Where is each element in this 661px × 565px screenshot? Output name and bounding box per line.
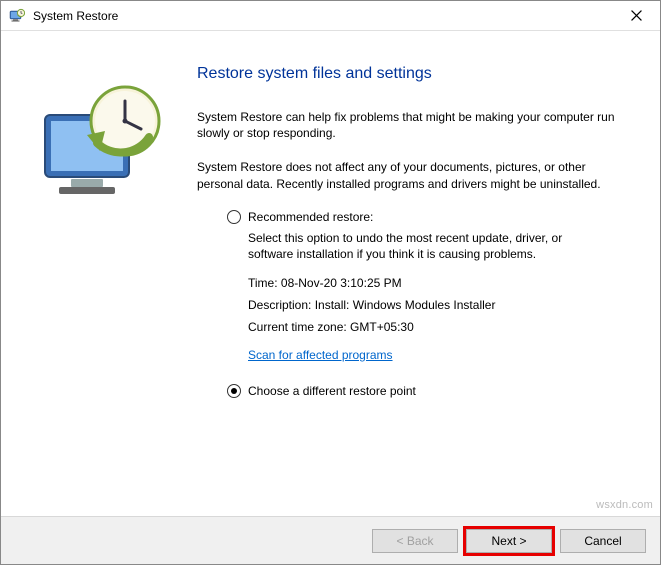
right-pane: Restore system files and settings System…	[197, 41, 646, 506]
watermark: wsxdn.com	[596, 499, 653, 511]
restore-time: Time: 08-Nov-20 3:10:25 PM	[227, 276, 646, 290]
system-restore-window: System Restore	[0, 0, 661, 565]
tz-label: Current time zone:	[248, 320, 350, 334]
radio-recommended[interactable]	[227, 210, 241, 224]
restore-graphic-icon	[37, 77, 167, 207]
close-icon	[631, 10, 642, 21]
scan-affected-link[interactable]: Scan for affected programs	[248, 348, 393, 362]
titlebar: System Restore	[1, 1, 660, 31]
restore-description: Description: Install: Windows Modules In…	[227, 298, 646, 312]
window-title: System Restore	[33, 9, 614, 23]
intro-paragraph-1: System Restore can help fix problems tha…	[197, 109, 627, 141]
cancel-button[interactable]: Cancel	[560, 529, 646, 553]
recommended-label: Recommended restore:	[248, 210, 373, 224]
desc-value: Install: Windows Modules Installer	[315, 298, 496, 312]
different-restore-option: Choose a different restore point	[197, 384, 646, 398]
recommended-restore-option: Recommended restore: Select this option …	[197, 210, 646, 362]
recommended-restore-radio-row[interactable]: Recommended restore:	[227, 210, 646, 224]
time-label: Time:	[248, 276, 281, 290]
tz-value: GMT+05:30	[350, 320, 414, 334]
system-restore-icon	[9, 8, 25, 24]
page-heading: Restore system files and settings	[197, 65, 646, 83]
desc-label: Description:	[248, 298, 315, 312]
intro-paragraph-2: System Restore does not affect any of yo…	[197, 159, 627, 191]
footer-buttons: < Back Next > Cancel	[1, 516, 660, 564]
different-restore-radio-row[interactable]: Choose a different restore point	[227, 384, 646, 398]
scan-link-wrap: Scan for affected programs	[227, 348, 646, 362]
close-button[interactable]	[614, 2, 658, 30]
back-button: < Back	[372, 529, 458, 553]
different-label: Choose a different restore point	[248, 384, 416, 398]
next-button[interactable]: Next >	[466, 529, 552, 553]
content-area: Restore system files and settings System…	[1, 31, 660, 516]
left-pane	[7, 41, 197, 506]
restore-timezone: Current time zone: GMT+05:30	[227, 320, 646, 334]
time-value: 08-Nov-20 3:10:25 PM	[281, 276, 402, 290]
recommended-desc: Select this option to undo the most rece…	[227, 230, 597, 262]
radio-different[interactable]	[227, 384, 241, 398]
